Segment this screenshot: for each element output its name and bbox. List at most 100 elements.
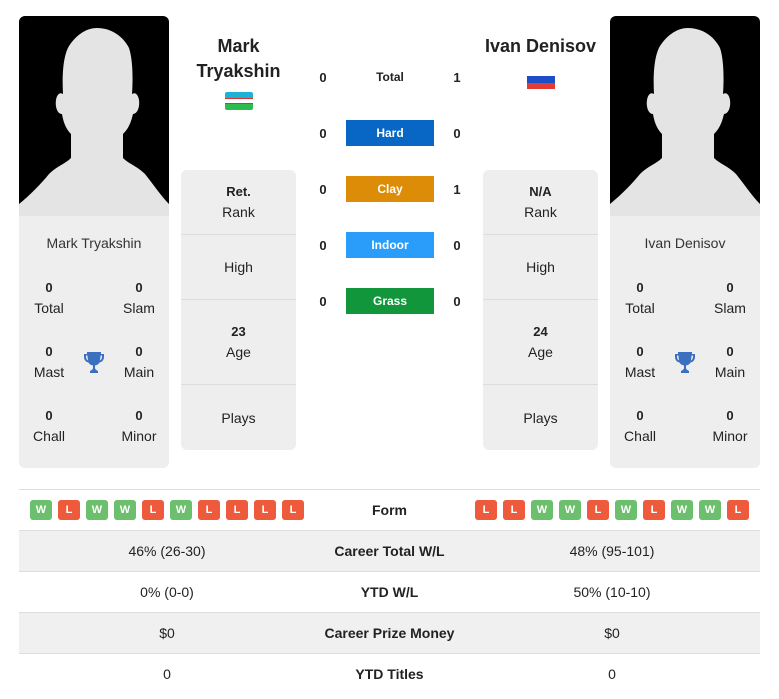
player1-form: WLWWLWLLLL bbox=[19, 500, 315, 520]
h2h-row-total: 0 Total 1 bbox=[305, 64, 475, 90]
form-win-badge[interactable]: W bbox=[671, 500, 693, 520]
h2h-p1-value: 0 bbox=[319, 293, 327, 309]
player2-form: LLWWLWLWWL bbox=[464, 500, 760, 520]
player1-high: High bbox=[181, 235, 296, 300]
form-win-badge[interactable]: W bbox=[531, 500, 553, 520]
player1-name-line1[interactable]: Mark bbox=[181, 34, 296, 59]
form-label: Form bbox=[372, 502, 407, 518]
h2h-p1-value: 0 bbox=[319, 125, 327, 141]
player1-prize-money: $0 bbox=[159, 625, 175, 641]
trophy-icon bbox=[670, 342, 700, 382]
form-win-badge[interactable]: W bbox=[86, 500, 108, 520]
titles-mast-label: Mast bbox=[33, 364, 65, 380]
player2-rank: N/A Rank bbox=[483, 170, 598, 235]
form-loss-badge[interactable]: L bbox=[587, 500, 609, 520]
player2-titles-chall: 0 Chall bbox=[610, 406, 670, 446]
ytd-wl-label: YTD W/L bbox=[360, 584, 419, 600]
titles-chall-label: Chall bbox=[624, 428, 656, 444]
player1-titles-chall: 0 Chall bbox=[19, 406, 79, 446]
titles-chall-value: 0 bbox=[636, 408, 644, 423]
player1-titles-minor: 0 Minor bbox=[109, 406, 169, 446]
player1-career-wl: 46% (26-30) bbox=[128, 543, 206, 559]
rank-value: Ret. bbox=[226, 184, 251, 199]
plays-label: Plays bbox=[221, 409, 256, 426]
titles-minor-label: Minor bbox=[712, 428, 748, 444]
player2-titles-total: 0 Total bbox=[610, 278, 670, 318]
surface-grass-badge: Grass bbox=[346, 288, 434, 314]
surface-hard-badge: Hard bbox=[346, 120, 434, 146]
h2h-row-indoor: 0 Indoor 0 bbox=[305, 232, 475, 258]
titles-minor-label: Minor bbox=[121, 428, 157, 444]
player2-photo bbox=[610, 16, 760, 216]
h2h-p2-value: 0 bbox=[453, 237, 461, 253]
player1-plays: Plays bbox=[181, 385, 296, 450]
titles-total-value: 0 bbox=[45, 280, 53, 295]
form-loss-badge[interactable]: L bbox=[727, 500, 749, 520]
titles-slam-label: Slam bbox=[123, 300, 155, 316]
h2h-row-clay: 0 Clay 1 bbox=[305, 176, 475, 202]
player1-photo bbox=[19, 16, 169, 216]
age-label: Age bbox=[226, 344, 251, 360]
h2h-row-grass: 0 Grass 0 bbox=[305, 288, 475, 314]
form-win-badge[interactable]: W bbox=[559, 500, 581, 520]
surface-clay-badge: Clay bbox=[346, 176, 434, 202]
player2-titles-grid: 0 Total 0 Slam 0 Mast 0 Main 0 Chall 0 Minor bbox=[610, 270, 760, 468]
player1-titles-slam: 0 Slam bbox=[109, 278, 169, 318]
player2-card: Ivan Denisov 0 Total 0 Slam 0 Mast 0 Main 0 C… bbox=[610, 16, 760, 468]
form-loss-badge[interactable]: L bbox=[282, 500, 304, 520]
player1-age: 23 Age bbox=[181, 300, 296, 385]
form-win-badge[interactable]: W bbox=[30, 500, 52, 520]
uzbekistan-flag-icon bbox=[225, 92, 253, 110]
form-loss-badge[interactable]: L bbox=[643, 500, 665, 520]
titles-slam-value: 0 bbox=[726, 280, 734, 295]
player1-rank-column: Ret. Rank High 23 Age Plays bbox=[181, 170, 296, 450]
titles-minor-value: 0 bbox=[135, 408, 143, 423]
form-loss-badge[interactable]: L bbox=[58, 500, 80, 520]
player2-card-name: Ivan Denisov bbox=[644, 235, 726, 251]
surface-indoor-badge: Indoor bbox=[346, 232, 434, 258]
silhouette-icon bbox=[19, 28, 169, 216]
h2h-p2-value: 1 bbox=[453, 69, 461, 85]
player1-titles-grid: 0 Total 0 Slam 0 Mast 0 Main 0 Chall 0 Minor bbox=[19, 270, 169, 468]
player2-age: 24 Age bbox=[483, 300, 598, 385]
player2-titles-slam: 0 Slam bbox=[700, 278, 760, 318]
prize-money-row: $0 Career Prize Money $0 bbox=[19, 612, 760, 653]
form-win-badge[interactable]: W bbox=[699, 500, 721, 520]
titles-total-value: 0 bbox=[636, 280, 644, 295]
player1-card: Mark Tryakshin 0 Total 0 Slam 0 Mast 0 Main … bbox=[19, 16, 169, 468]
player1-titles-total: 0 Total bbox=[19, 278, 79, 318]
titles-chall-value: 0 bbox=[45, 408, 53, 423]
player2-ytd-wl: 50% (10-10) bbox=[573, 584, 651, 600]
h2h-p1-value: 0 bbox=[319, 181, 327, 197]
player2-name-link[interactable]: Ivan Denisov bbox=[478, 34, 603, 59]
career-wl-row: 46% (26-30) Career Total W/L 48% (95-101… bbox=[19, 530, 760, 571]
titles-main-value: 0 bbox=[135, 344, 143, 359]
titles-slam-value: 0 bbox=[135, 280, 143, 295]
player1-name-link[interactable]: Mark Tryakshin bbox=[181, 34, 296, 84]
h2h-label-total: Total bbox=[376, 70, 404, 84]
form-win-badge[interactable]: W bbox=[615, 500, 637, 520]
age-label: Age bbox=[528, 344, 553, 360]
h2h-row-hard: 0 Hard 0 bbox=[305, 120, 475, 146]
form-win-badge[interactable]: W bbox=[170, 500, 192, 520]
player2-titles-minor: 0 Minor bbox=[700, 406, 760, 446]
h2h-p1-value: 0 bbox=[319, 237, 327, 253]
form-loss-badge[interactable]: L bbox=[226, 500, 248, 520]
form-loss-badge[interactable]: L bbox=[142, 500, 164, 520]
form-loss-badge[interactable]: L bbox=[503, 500, 525, 520]
high-label: High bbox=[526, 259, 555, 275]
titles-slam-label: Slam bbox=[714, 300, 746, 316]
player1-titles-main: 0 Main bbox=[109, 342, 169, 382]
player1-ytd-titles: 0 bbox=[163, 666, 171, 682]
titles-minor-value: 0 bbox=[726, 408, 734, 423]
ytd-wl-row: 0% (0-0) YTD W/L 50% (10-10) bbox=[19, 571, 760, 612]
player1-name-line2[interactable]: Tryakshin bbox=[181, 59, 296, 84]
form-loss-badge[interactable]: L bbox=[254, 500, 276, 520]
form-loss-badge[interactable]: L bbox=[198, 500, 220, 520]
player2-titles-main: 0 Main bbox=[700, 342, 760, 382]
form-win-badge[interactable]: W bbox=[114, 500, 136, 520]
form-loss-badge[interactable]: L bbox=[475, 500, 497, 520]
trophy-icon bbox=[79, 342, 109, 382]
prize-money-label: Career Prize Money bbox=[324, 625, 455, 641]
silhouette-icon bbox=[610, 28, 760, 216]
